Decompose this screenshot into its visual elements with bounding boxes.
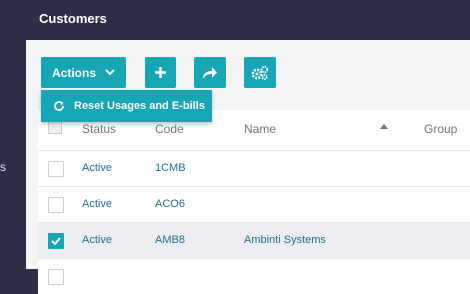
menu-item-label: Reset Usages and E-bills xyxy=(74,100,205,112)
row-checkbox[interactable] xyxy=(48,233,64,249)
share-icon xyxy=(203,66,217,79)
row-code[interactable]: ACO6 xyxy=(155,198,185,210)
sidebar-fragment: s xyxy=(0,160,6,174)
add-button[interactable] xyxy=(145,57,176,88)
row-checkbox[interactable] xyxy=(48,161,64,177)
settings-button[interactable] xyxy=(244,57,276,88)
table-row[interactable]: Active 1CMB xyxy=(38,150,470,186)
column-header-group[interactable]: Group xyxy=(424,122,457,136)
header-bar: Customers xyxy=(26,0,470,40)
row-code[interactable]: 1CMB xyxy=(155,162,186,174)
select-all-checkbox[interactable] xyxy=(48,120,62,134)
actions-menu-item-reset-usages[interactable]: Reset Usages and E-bills xyxy=(41,90,212,122)
table-row[interactable]: Active ACO6 xyxy=(38,186,470,222)
share-button[interactable] xyxy=(194,57,226,88)
row-name[interactable]: Ambinti Systems xyxy=(244,234,326,246)
gears-icon xyxy=(251,65,269,80)
plus-icon xyxy=(155,67,166,78)
refresh-icon xyxy=(54,101,64,111)
row-checkbox[interactable] xyxy=(48,197,64,213)
column-header-status[interactable]: Status xyxy=(82,122,116,136)
row-status: Active xyxy=(82,234,112,246)
column-header-name[interactable]: Name xyxy=(244,122,276,136)
actions-button[interactable]: Actions xyxy=(41,57,126,88)
actions-label: Actions xyxy=(51,65,96,80)
page-title: Customers xyxy=(39,11,107,26)
column-header-code[interactable]: Code xyxy=(155,122,184,136)
row-checkbox[interactable] xyxy=(48,269,64,285)
checkmark-icon xyxy=(51,237,61,246)
row-status: Active xyxy=(82,198,112,210)
customers-table: Status Code Name Group Active 1CMB Activ… xyxy=(38,110,470,294)
chevron-down-icon xyxy=(105,69,115,76)
row-code[interactable]: AMB8 xyxy=(155,234,185,246)
table-row[interactable] xyxy=(38,258,470,294)
table-row[interactable]: Active AMB8 Ambinti Systems xyxy=(38,222,470,258)
row-status: Active xyxy=(82,162,112,174)
sort-ascending-icon[interactable] xyxy=(380,123,388,129)
